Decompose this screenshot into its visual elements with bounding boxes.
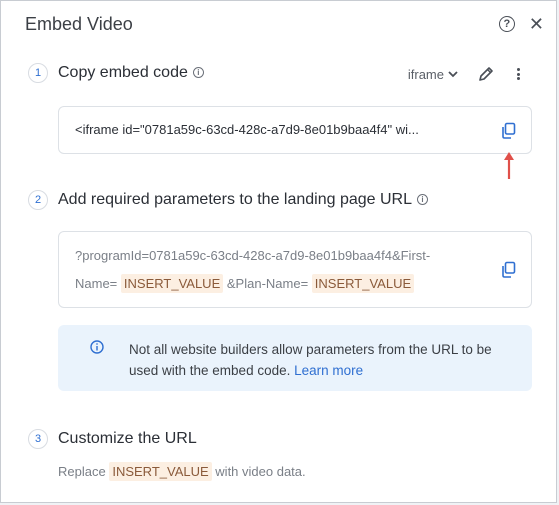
insert-value-token: INSERT_VALUE (120, 274, 224, 293)
step-1-title-text: Copy embed code (58, 64, 188, 81)
param-name-label: Name= (75, 276, 118, 291)
param-line-1: ?programId=0781a59c-63cd-428c-a7d9-8e01b… (75, 248, 431, 263)
step-1-title: Copy embed code i (58, 64, 204, 82)
step-3-number: 3 (28, 429, 48, 449)
embed-toolbar: iframe (408, 63, 520, 85)
help-icon[interactable]: ? (498, 16, 515, 32)
notice-text: Not all website builders allow parameter… (129, 339, 509, 381)
copy-icon[interactable] (500, 261, 518, 279)
param-line-2: Name= INSERT_VALUE &Plan-Name= INSERT_VA… (75, 274, 415, 293)
format-select[interactable]: iframe (408, 67, 444, 82)
copy-icon[interactable] (500, 122, 518, 140)
embed-code-text: <iframe id="0781a59c-63cd-428c-a7d9-8e01… (75, 122, 419, 137)
url-parameters-box: ?programId=0781a59c-63cd-428c-a7d9-8e01b… (58, 231, 532, 308)
insert-value-token: INSERT_VALUE (311, 274, 415, 293)
edit-icon[interactable] (478, 66, 494, 82)
header-actions: ? ✕ (498, 11, 544, 37)
dialog-header: Embed Video ? ✕ (25, 11, 544, 37)
replace-instruction: Replace INSERT_VALUE with video data. (58, 462, 306, 481)
dialog-title: Embed Video (25, 14, 133, 34)
embed-code-box: <iframe id="0781a59c-63cd-428c-a7d9-8e01… (58, 106, 532, 154)
step-2-number: 2 (28, 190, 48, 210)
step-2-title-text: Add required parameters to the landing p… (58, 191, 412, 208)
more-options-icon[interactable] (516, 68, 520, 80)
step-1-number: 1 (28, 63, 48, 83)
insert-value-token: INSERT_VALUE (109, 462, 212, 481)
info-icon[interactable]: i (192, 67, 204, 78)
info-circle-icon (90, 340, 104, 354)
close-icon[interactable]: ✕ (529, 15, 544, 33)
learn-more-link[interactable]: Learn more (294, 363, 363, 378)
step-2-title: Add required parameters to the landing p… (58, 191, 428, 209)
info-notice: Not all website builders allow parameter… (58, 325, 532, 391)
chevron-down-icon[interactable] (448, 70, 458, 78)
param-plan-label: &Plan-Name= (226, 276, 309, 291)
replace-suffix: with video data. (215, 464, 306, 479)
pointer-arrow (504, 152, 514, 179)
embed-video-dialog: Embed Video ? ✕ 1 Copy embed code i ifram… (0, 0, 557, 503)
replace-prefix: Replace (58, 464, 106, 479)
step-3-title: Customize the URL (58, 430, 197, 447)
info-icon[interactable]: i (417, 194, 428, 205)
